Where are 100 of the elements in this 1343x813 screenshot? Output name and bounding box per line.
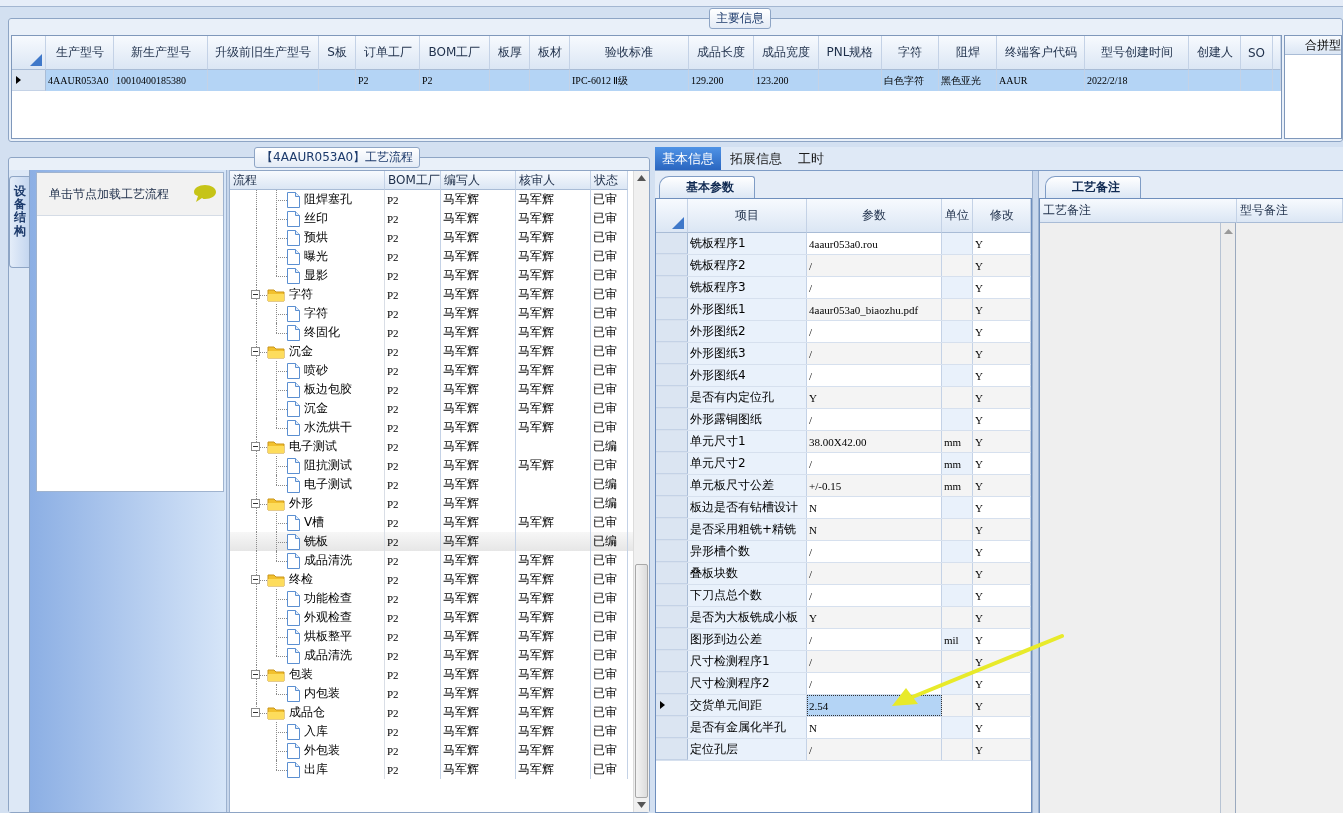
table-row[interactable]: 铣板程序1 4aaur053a0.rou Y [656, 233, 1031, 255]
table-cell[interactable]: / [807, 321, 942, 342]
scrollbar-thumb[interactable] [635, 563, 648, 798]
table-row[interactable]: 外形露铜图纸 / Y [656, 409, 1031, 431]
tab[interactable]: 基本信息 [655, 147, 721, 170]
table-row[interactable]: 外形图纸3 / Y [656, 343, 1031, 365]
table-cell[interactable]: / [807, 343, 942, 364]
tree-row[interactable]: 曝光 P2 马军辉 马军辉 已审 [230, 247, 633, 266]
column-header[interactable]: 工艺备注 [1040, 199, 1237, 223]
table-cell[interactable]: 38.00X42.00 [807, 431, 942, 452]
scroll-down-icon[interactable] [637, 802, 646, 808]
column-header[interactable]: 创建人 [1189, 36, 1241, 70]
table-cell[interactable]: / [807, 629, 942, 650]
column-header[interactable]: 终端客户代码 [997, 36, 1085, 70]
collapse-icon[interactable] [251, 575, 260, 584]
table-row[interactable]: 尺寸检测程序2 / Y [656, 673, 1031, 695]
column-header[interactable]: 流程 [230, 171, 385, 190]
tree-row[interactable]: 沉金 P2 马军辉 马军辉 已审 [230, 399, 633, 418]
side-tab[interactable]: 设备结构 [9, 176, 29, 268]
table-cell[interactable]: 2.54 [807, 695, 942, 716]
tree-row[interactable]: 包装 P2 马军辉 马军辉 已审 [230, 665, 633, 684]
collapse-icon[interactable] [251, 499, 260, 508]
tree-row[interactable]: 终固化 P2 马军辉 马军辉 已审 [230, 323, 633, 342]
column-header[interactable]: 单位 [942, 199, 973, 233]
tree-row[interactable]: 喷砂 P2 马军辉 马军辉 已审 [230, 361, 633, 380]
column-header[interactable]: 编写人 [441, 171, 516, 190]
tree-row[interactable]: 终检 P2 马军辉 马军辉 已审 [230, 570, 633, 589]
table-cell[interactable]: / [807, 453, 942, 474]
tree-row[interactable]: 水洗烘干 P2 马军辉 马军辉 已审 [230, 418, 633, 437]
row-header[interactable] [12, 70, 46, 91]
collapse-icon[interactable] [251, 670, 260, 679]
tree-row[interactable]: 预烘 P2 马军辉 马军辉 已审 [230, 228, 633, 247]
table-row[interactable]: 单元尺寸1 38.00X42.00 mm Y [656, 431, 1031, 453]
table-cell[interactable]: 4aaur053a0_biaozhu.pdf [807, 299, 942, 320]
tree-row[interactable]: 成品清洗 P2 马军辉 马军辉 已审 [230, 646, 633, 665]
column-header[interactable]: 成品宽度 [754, 36, 819, 70]
scrollbar[interactable] [1221, 223, 1236, 813]
collapse-icon[interactable] [251, 708, 260, 717]
tree-row[interactable]: 铣板 P2 马军辉 已编 [230, 532, 633, 551]
table-cell[interactable]: +/-0.15 [807, 475, 942, 496]
column-header[interactable]: 核审人 [516, 171, 591, 190]
tree-row[interactable]: 功能检查 P2 马军辉 马军辉 已审 [230, 589, 633, 608]
table-cell[interactable]: / [807, 365, 942, 386]
column-header[interactable]: 型号创建时间 [1085, 36, 1189, 70]
tab[interactable]: 工艺备注 [1045, 176, 1141, 198]
column-header[interactable]: 订单工厂 [356, 36, 420, 70]
table-row[interactable]: 是否有金属化半孔 N Y [656, 717, 1031, 739]
tree-row[interactable]: 阻抗测试 P2 马军辉 马军辉 已审 [230, 456, 633, 475]
table-row[interactable]: 铣板程序2 / Y [656, 255, 1031, 277]
tree-row[interactable]: 外观检查 P2 马军辉 马军辉 已审 [230, 608, 633, 627]
tree-row[interactable]: 显影 P2 马军辉 马军辉 已审 [230, 266, 633, 285]
column-header[interactable]: 型号备注 [1237, 199, 1343, 223]
table-cell[interactable]: / [807, 541, 942, 562]
tree-row[interactable]: 板边包胶 P2 马军辉 马军辉 已审 [230, 380, 633, 399]
collapse-icon[interactable] [251, 290, 260, 299]
column-header[interactable]: 板材 [530, 36, 570, 70]
tree-row[interactable]: 内包装 P2 马军辉 马军辉 已审 [230, 684, 633, 703]
column-header[interactable]: 板厚 [490, 36, 530, 70]
tab[interactable]: 拓展信息 [723, 147, 789, 170]
tab[interactable]: 工时 [791, 147, 831, 170]
table-row[interactable]: 定位孔层 / Y [656, 739, 1031, 761]
tab[interactable]: 基本参数 [659, 176, 755, 198]
table-row[interactable]: 外形图纸4 / Y [656, 365, 1031, 387]
tree-row[interactable]: 字符 P2 马军辉 马军辉 已审 [230, 285, 633, 304]
column-header[interactable]: 合拼型 [1285, 36, 1341, 55]
table-cell[interactable]: / [807, 651, 942, 672]
tree-row[interactable]: 成品仓 P2 马军辉 马军辉 已审 [230, 703, 633, 722]
table-cell[interactable]: N [807, 519, 942, 540]
table-row[interactable]: 铣板程序3 / Y [656, 277, 1031, 299]
table-row[interactable]: 交货单元间距 2.54 Y [656, 695, 1031, 717]
table-row[interactable]: 板边是否有钻槽设计 N Y [656, 497, 1031, 519]
collapse-icon[interactable] [251, 347, 260, 356]
table-row[interactable]: 异形槽个数 / Y [656, 541, 1031, 563]
splitter[interactable] [226, 170, 230, 812]
column-header[interactable]: 新生产型号 [114, 36, 208, 70]
table-cell[interactable]: 4aaur053a0.rou [807, 233, 942, 254]
tree-row[interactable]: 丝印 P2 马军辉 马军辉 已审 [230, 209, 633, 228]
row-header[interactable] [656, 695, 688, 716]
tree-row[interactable]: 出库 P2 马军辉 马军辉 已审 [230, 760, 633, 779]
tree-row[interactable]: 阻焊塞孔 P2 马军辉 马军辉 已审 [230, 190, 633, 209]
tree-row[interactable]: 成品清洗 P2 马军辉 马军辉 已审 [230, 551, 633, 570]
table-row[interactable]: 下刀点总个数 / Y [656, 585, 1031, 607]
table-row[interactable]: 尺寸检测程序1 / Y [656, 651, 1031, 673]
table-row[interactable]: 是否采用粗铣+精铣 N Y [656, 519, 1031, 541]
scroll-up-icon[interactable] [637, 175, 646, 181]
tree-row[interactable]: 字符 P2 马军辉 马军辉 已审 [230, 304, 633, 323]
tree-row[interactable]: 电子测试 P2 马军辉 已编 [230, 475, 633, 494]
table-row[interactable]: 4AAUR053A0 10010400185380 P2 P2 IPC-6012 Ⅱ级 129.200 123.200 白色字符 黑色亚光 AAUR 2022/2/18 [12, 70, 1281, 91]
column-header[interactable]: 项目 [688, 199, 807, 233]
column-header[interactable]: SO [1241, 36, 1273, 70]
table-cell[interactable]: / [807, 739, 942, 760]
tree-row[interactable]: 沉金 P2 马军辉 马军辉 已审 [230, 342, 633, 361]
table-cell[interactable]: N [807, 717, 942, 738]
tree-row[interactable]: 电子测试 P2 马军辉 已编 [230, 437, 633, 456]
column-header[interactable]: 修改 [973, 199, 1031, 233]
table-row[interactable]: 叠板块数 / Y [656, 563, 1031, 585]
table-row[interactable]: 外形图纸2 / Y [656, 321, 1031, 343]
table-row[interactable]: 是否为大板铣成小板 Y Y [656, 607, 1031, 629]
hint-header[interactable]: 单击节点加载工艺流程 [37, 173, 223, 216]
column-header[interactable]: 字符 [882, 36, 939, 70]
